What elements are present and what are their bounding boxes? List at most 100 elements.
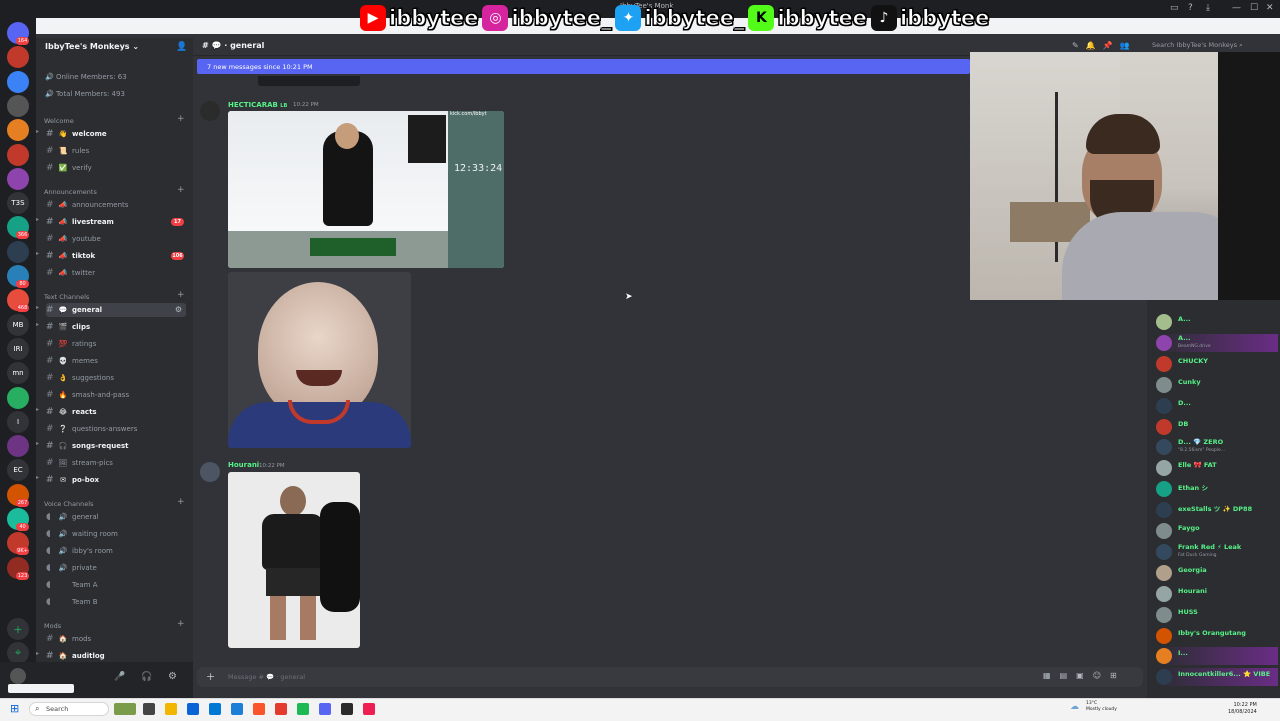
- add-channel-icon[interactable]: +: [177, 290, 185, 300]
- weather-widget[interactable]: 13°C Mostly cloudy: [1086, 701, 1117, 713]
- system-clock[interactable]: 10:22 PM 18/08/2024: [1228, 702, 1257, 716]
- channel-item[interactable]: # 📜 rules: [46, 144, 186, 158]
- discord-icon[interactable]: [319, 703, 331, 715]
- add-member-icon[interactable]: 👤: [176, 42, 187, 52]
- channel-item[interactable]: # 📣 tiktok 106: [46, 249, 186, 263]
- taskbar-search-input[interactable]: ⌕ Search: [29, 702, 109, 716]
- message-input[interactable]: Message # 💬 · general: [228, 673, 305, 681]
- channel-item[interactable]: ◖ 🔊 waiting room: [46, 527, 186, 541]
- message-avatar[interactable]: [200, 462, 220, 482]
- member-item[interactable]: CHUCKY: [1156, 355, 1278, 373]
- add-channel-icon[interactable]: +: [177, 619, 185, 629]
- brave-icon[interactable]: [253, 703, 265, 715]
- notification-bell-icon[interactable]: 🔔: [1086, 41, 1103, 50]
- file-explorer-icon[interactable]: [165, 703, 177, 715]
- message-composer[interactable]: [197, 667, 1143, 687]
- channel-item[interactable]: ◖ Team A: [46, 578, 186, 592]
- gift-icon[interactable]: ▦: [1043, 671, 1060, 680]
- member-list-icon[interactable]: 👥: [1120, 41, 1137, 50]
- deafen-icon[interactable]: 🎧: [141, 672, 152, 682]
- settings-gear-icon[interactable]: ⚙: [168, 671, 177, 682]
- member-item[interactable]: I...: [1156, 647, 1278, 666]
- message-avatar[interactable]: [200, 101, 220, 121]
- channel-item[interactable]: # 💬 general ⚙: [46, 303, 186, 317]
- member-item[interactable]: Faygo: [1156, 522, 1278, 540]
- channel-item[interactable]: # ❔ questions-answers: [46, 422, 186, 436]
- inbox-icon[interactable]: ▭: [1170, 3, 1179, 13]
- server-icon[interactable]: [7, 143, 29, 166]
- member-item[interactable]: Innocentkiller6... ⭐ VIBE: [1156, 668, 1278, 687]
- channel-item[interactable]: # 🏠 auditlog: [46, 649, 186, 663]
- message-author[interactable]: Hourani: [228, 461, 259, 469]
- sticker-icon[interactable]: ▣: [1076, 671, 1093, 680]
- member-item[interactable]: Ibby's Orangutang: [1156, 627, 1278, 645]
- member-item[interactable]: Cunky: [1156, 376, 1278, 394]
- member-item[interactable]: Ethan シ: [1156, 480, 1278, 498]
- member-item[interactable]: Frank Red ⚡ Leak Fat Duck Gaming: [1156, 543, 1278, 561]
- obs-icon[interactable]: [341, 703, 353, 715]
- channel-category[interactable]: Announcements: [44, 188, 97, 196]
- channel-item[interactable]: ◖ Team B: [46, 595, 186, 609]
- maximize-icon[interactable]: ☐: [1250, 3, 1258, 13]
- server-icon[interactable]: I: [7, 410, 29, 433]
- member-item[interactable]: HUSS: [1156, 606, 1278, 624]
- windows-start-icon[interactable]: ⊞: [10, 702, 19, 715]
- server-icon[interactable]: [7, 386, 29, 409]
- channel-item[interactable]: # 📣 twitter: [46, 266, 186, 280]
- member-item[interactable]: A... BeamNG.drive: [1156, 333, 1278, 352]
- channel-category[interactable]: Voice Channels: [44, 500, 93, 508]
- channel-category[interactable]: Welcome: [44, 117, 74, 125]
- app-icon[interactable]: [231, 703, 243, 715]
- emoji-icon[interactable]: ☺: [1093, 671, 1110, 680]
- task-view-icon[interactable]: [143, 703, 155, 715]
- member-item[interactable]: Elle 🎀 FAT: [1156, 459, 1278, 477]
- help-icon[interactable]: ?: [1188, 3, 1193, 13]
- member-item[interactable]: Georgia: [1156, 564, 1278, 582]
- close-icon[interactable]: ✕: [1266, 3, 1274, 13]
- channel-item[interactable]: # 📣 announcements: [46, 198, 186, 212]
- server-icon[interactable]: [7, 70, 29, 93]
- channel-item[interactable]: # 🔥 smash-and-pass: [46, 388, 186, 402]
- threads-icon[interactable]: ✎: [1072, 41, 1086, 50]
- channel-item[interactable]: # 🏠 mods: [46, 632, 186, 646]
- channel-item[interactable]: # 👋 welcome: [46, 127, 186, 141]
- bald-man-image[interactable]: [228, 272, 411, 448]
- spotify-icon[interactable]: [297, 703, 309, 715]
- channel-item[interactable]: ◖ 🔊 ibby's room: [46, 544, 186, 558]
- download-icon[interactable]: ⤓: [1206, 3, 1210, 13]
- add-server-icon[interactable]: +: [7, 618, 29, 640]
- channel-item[interactable]: # 📣 youtube: [46, 232, 186, 246]
- channel-item[interactable]: # 💯 ratings: [46, 337, 186, 351]
- gif-icon[interactable]: ▤: [1060, 671, 1077, 680]
- server-name[interactable]: IbbyTee's Monkeys ⌄: [45, 42, 139, 51]
- add-channel-icon[interactable]: +: [177, 497, 185, 507]
- channel-item[interactable]: # 🖼 stream-pics: [46, 456, 186, 470]
- tiktok-icon[interactable]: [363, 703, 375, 715]
- server-icon[interactable]: [7, 46, 29, 69]
- server-search-input[interactable]: Search IbbyTee's Monkeys ⌕: [1152, 41, 1243, 50]
- message-author[interactable]: HECTICARAB LB: [228, 101, 287, 109]
- chrome-icon[interactable]: [275, 703, 287, 715]
- mute-icon[interactable]: 🎤: [114, 672, 125, 682]
- member-item[interactable]: Hourani: [1156, 585, 1278, 603]
- server-icon[interactable]: [7, 240, 29, 263]
- member-item[interactable]: DB: [1156, 418, 1278, 436]
- new-messages-bar[interactable]: 7 new messages since 10:21 PM: [197, 59, 970, 74]
- member-item[interactable]: D...: [1156, 397, 1278, 415]
- server-icon[interactable]: mn: [7, 362, 29, 385]
- apps-icon[interactable]: ⊞: [1110, 671, 1126, 680]
- pin-icon[interactable]: 📌: [1103, 41, 1120, 50]
- taskbar-app-icon[interactable]: [114, 703, 136, 715]
- attach-plus-icon[interactable]: +: [206, 670, 215, 683]
- add-channel-icon[interactable]: +: [177, 185, 185, 195]
- server-icon[interactable]: MB: [7, 313, 29, 336]
- member-item[interactable]: A...: [1156, 313, 1278, 331]
- member-item[interactable]: exeStalls ツ ✨ DP88: [1156, 501, 1278, 519]
- channel-item[interactable]: # ✉ po-box: [46, 473, 186, 487]
- channel-item[interactable]: # 🎬 clips: [46, 320, 186, 334]
- channel-category[interactable]: Mods: [44, 622, 61, 630]
- server-icon[interactable]: IRI: [7, 337, 29, 360]
- server-icon[interactable]: [7, 119, 29, 142]
- channel-item[interactable]: # 👌 suggestions: [46, 371, 186, 385]
- edge-icon[interactable]: [187, 703, 199, 715]
